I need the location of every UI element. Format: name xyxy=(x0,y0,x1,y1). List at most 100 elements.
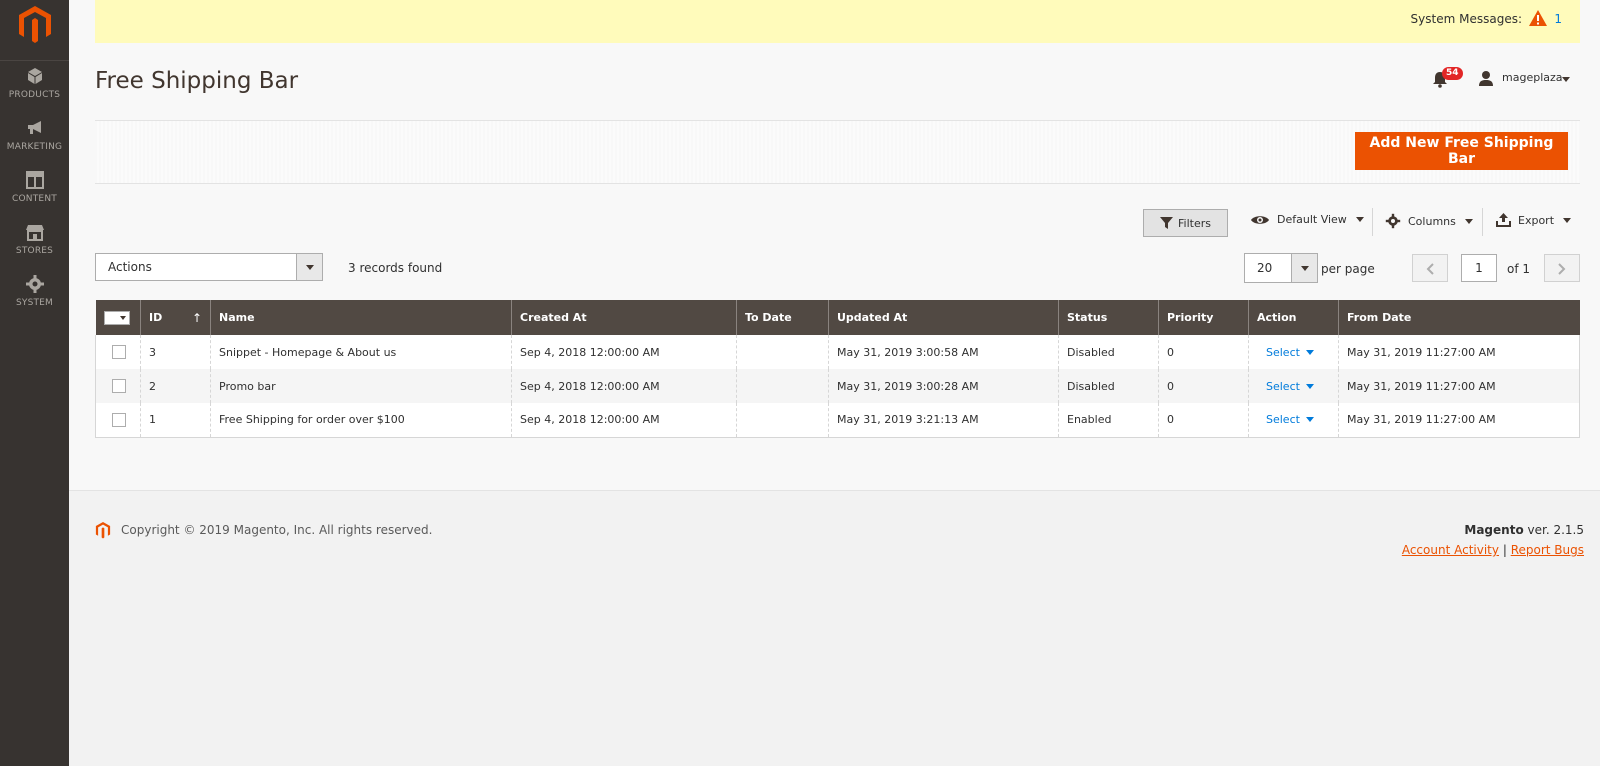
column-header-label: Status xyxy=(1067,311,1108,324)
sidebar-item-content[interactable]: CONTENT xyxy=(0,170,69,222)
free-shipping-bar-grid: ID ↑ Name Created At To Date Updated At S… xyxy=(95,300,1580,438)
footer-links: Account Activity | Report Bugs xyxy=(1402,543,1584,557)
cell-to-date xyxy=(736,369,829,403)
cell-created-at: Sep 4, 2018 12:00:00 AM xyxy=(511,403,737,438)
add-new-free-shipping-bar-button[interactable]: Add New Free Shipping Bar xyxy=(1355,132,1568,170)
chevron-down-icon xyxy=(1305,383,1314,389)
cell-priority: 0 xyxy=(1158,403,1249,438)
cell-name: Free Shipping for order over $100 xyxy=(210,403,512,438)
chevron-down-icon xyxy=(1305,417,1314,423)
chevron-down-icon[interactable] xyxy=(1562,77,1570,82)
sidebar-item-system[interactable]: SYSTEM xyxy=(0,274,69,326)
chevron-down-icon[interactable] xyxy=(296,254,322,280)
row-action-select[interactable]: Select xyxy=(1266,380,1314,393)
cell-created-at: Sep 4, 2018 12:00:00 AM xyxy=(511,369,737,403)
column-header-name[interactable]: Name xyxy=(210,300,512,335)
chevron-down-icon xyxy=(1305,349,1314,355)
cell-status: Enabled xyxy=(1058,403,1159,438)
column-header-label: Priority xyxy=(1167,311,1214,324)
row-action-label: Select xyxy=(1266,413,1300,427)
sidebar-divider xyxy=(0,60,69,61)
link-separator: | xyxy=(1502,543,1507,557)
cell-to-date xyxy=(736,403,829,438)
chevron-down-icon[interactable] xyxy=(1291,254,1317,282)
default-view-dropdown[interactable]: Default View xyxy=(1250,213,1364,226)
column-header-to-date[interactable]: To Date xyxy=(736,300,829,335)
column-header-id[interactable]: ID ↑ xyxy=(140,300,211,335)
cell-updated-at: May 31, 2019 3:00:58 AM xyxy=(828,335,1059,369)
cell-updated-at: May 31, 2019 3:21:13 AM xyxy=(828,403,1059,438)
table-row[interactable]: 2 Promo bar Sep 4, 2018 12:00:00 AM May … xyxy=(95,369,1580,403)
magento-version: Magento ver. 2.1.5 xyxy=(1464,523,1584,537)
table-row[interactable]: 3 Snippet - Homepage & About us Sep 4, 2… xyxy=(95,335,1580,369)
notifications-badge[interactable]: 54 xyxy=(1442,67,1463,80)
column-header-label: Action xyxy=(1257,311,1297,324)
page-number-input[interactable]: 1 xyxy=(1461,254,1497,282)
admin-username[interactable]: mageplaza xyxy=(1502,71,1563,84)
system-messages-count[interactable]: 1 xyxy=(1554,12,1562,26)
system-messages-bar[interactable]: System Messages: 1 xyxy=(95,0,1580,43)
cell-updated-at: May 31, 2019 3:00:28 AM xyxy=(828,369,1059,403)
column-header-label: To Date xyxy=(745,311,792,324)
previous-page-button[interactable] xyxy=(1412,254,1448,282)
row-checkbox[interactable] xyxy=(112,345,126,359)
mass-select-checkbox[interactable] xyxy=(103,310,130,325)
export-dropdown[interactable]: Export xyxy=(1496,213,1572,227)
filters-label: Filters xyxy=(1178,216,1211,230)
columns-label: Columns xyxy=(1408,214,1456,228)
cell-action: Select xyxy=(1248,403,1339,438)
row-action-select[interactable]: Select xyxy=(1266,413,1314,426)
cell-created-at: Sep 4, 2018 12:00:00 AM xyxy=(511,335,737,369)
cube-icon xyxy=(27,68,42,84)
sidebar-item-products[interactable]: PRODUCTS xyxy=(0,66,69,118)
sidebar-item-label: STORES xyxy=(15,246,54,256)
page-title: Free Shipping Bar xyxy=(95,68,299,94)
column-header-updated-at[interactable]: Updated At xyxy=(828,300,1059,335)
brand-name: Magento xyxy=(1464,523,1524,537)
per-page-select[interactable]: 20 xyxy=(1244,253,1318,283)
row-checkbox[interactable] xyxy=(112,379,126,393)
sidebar-item-label: PRODUCTS xyxy=(8,90,61,100)
select-all-header[interactable] xyxy=(95,300,141,335)
chevron-down-icon xyxy=(1464,218,1473,224)
row-action-select[interactable]: Select xyxy=(1266,346,1314,359)
chevron-left-icon xyxy=(1426,263,1434,275)
filters-button[interactable]: Filters xyxy=(1143,209,1228,237)
column-header-from-date[interactable]: From Date xyxy=(1338,300,1580,335)
toolbar-divider xyxy=(1482,208,1483,236)
mass-actions-select[interactable]: Actions xyxy=(95,253,323,281)
gear-icon xyxy=(25,275,44,293)
row-checkbox[interactable] xyxy=(112,412,126,427)
cell-priority: 0 xyxy=(1158,369,1249,403)
cell-name: Promo bar xyxy=(210,369,512,403)
next-page-button[interactable] xyxy=(1544,254,1580,282)
page-footer: Copyright © 2019 Magento, Inc. All right… xyxy=(69,490,1600,766)
sidebar-item-label: MARKETING xyxy=(6,142,63,152)
sort-ascending-icon: ↑ xyxy=(191,310,202,325)
report-bugs-link[interactable]: Report Bugs xyxy=(1511,543,1584,557)
column-header-status[interactable]: Status xyxy=(1058,300,1159,335)
toolbar-divider xyxy=(1372,208,1373,236)
magento-logo-icon[interactable] xyxy=(17,4,53,44)
cell-from-date: May 31, 2019 11:27:00 AM xyxy=(1338,335,1580,369)
user-icon[interactable] xyxy=(1478,70,1494,86)
sidebar-item-marketing[interactable]: MARKETING xyxy=(0,118,69,170)
grid-header-row: ID ↑ Name Created At To Date Updated At S… xyxy=(95,300,1580,335)
column-header-action: Action xyxy=(1248,300,1339,335)
records-found-count: 3 records found xyxy=(348,261,443,275)
export-icon xyxy=(1496,213,1511,227)
cell-status: Disabled xyxy=(1058,335,1159,369)
table-row[interactable]: 1 Free Shipping for order over $100 Sep … xyxy=(95,403,1580,438)
account-activity-link[interactable]: Account Activity xyxy=(1402,543,1499,557)
column-header-created-at[interactable]: Created At xyxy=(511,300,737,335)
cell-from-date: May 31, 2019 11:27:00 AM xyxy=(1338,369,1580,403)
columns-dropdown[interactable]: Columns xyxy=(1385,213,1473,229)
column-header-priority[interactable]: Priority xyxy=(1158,300,1249,335)
warning-icon xyxy=(1529,10,1547,26)
row-select-cell xyxy=(95,335,141,369)
version-number: ver. 2.1.5 xyxy=(1527,523,1584,537)
sidebar-item-stores[interactable]: STORES xyxy=(0,222,69,274)
gear-icon xyxy=(1385,213,1401,229)
default-view-label: Default View xyxy=(1277,213,1347,226)
system-messages-label: System Messages: xyxy=(1410,12,1522,26)
